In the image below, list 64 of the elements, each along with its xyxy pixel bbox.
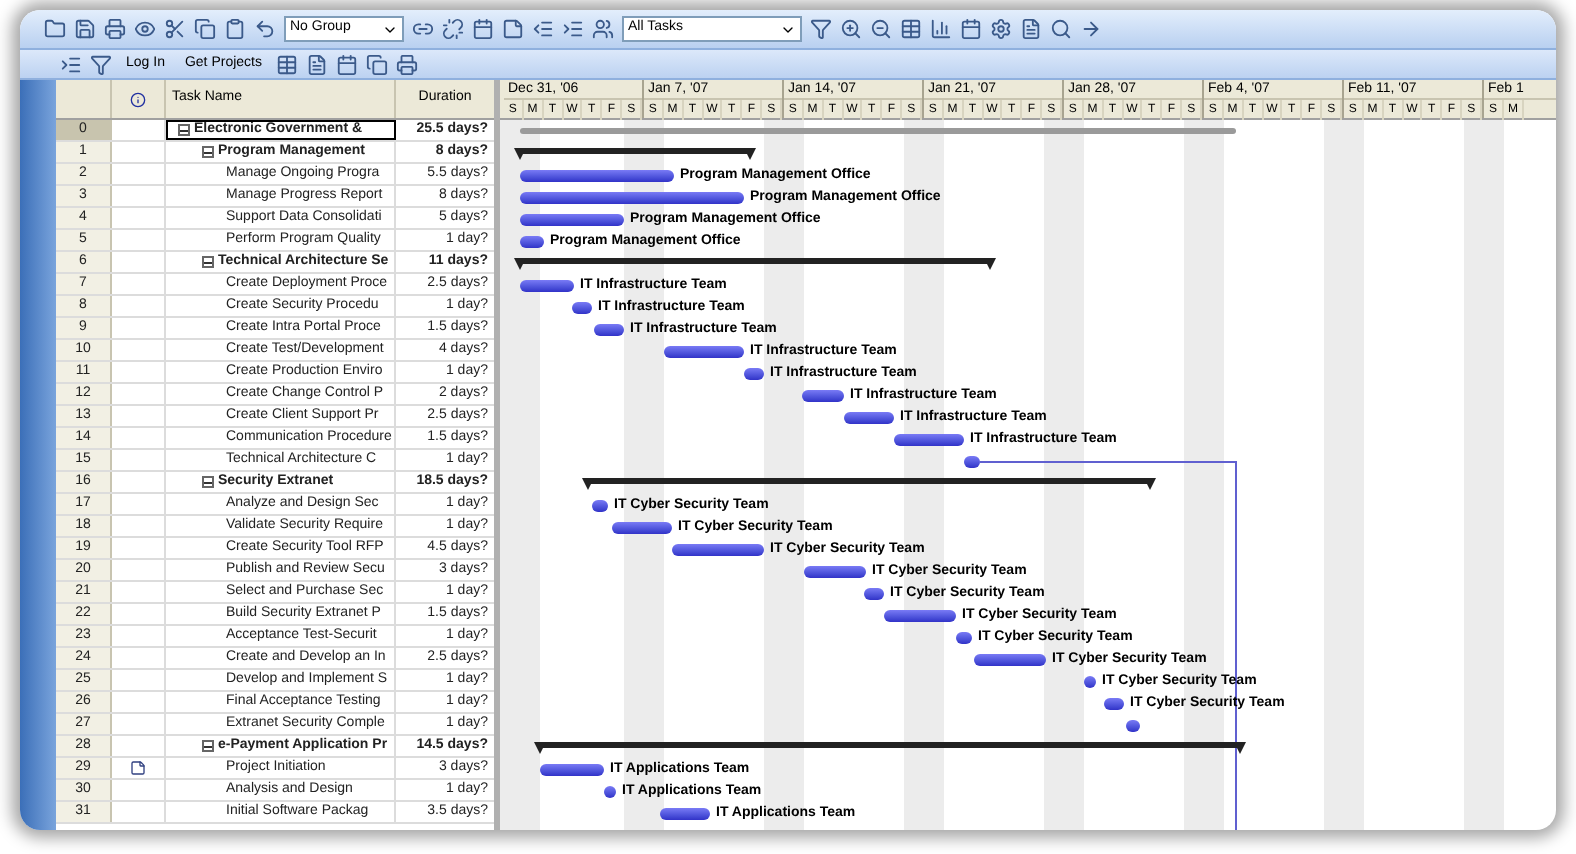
task-bar <box>974 654 1046 666</box>
unlink-icon[interactable] <box>442 18 464 40</box>
copy-icon[interactable] <box>194 18 216 40</box>
task-bar <box>660 808 710 820</box>
task-bar <box>884 610 956 622</box>
paste-icon[interactable] <box>224 18 246 40</box>
task-bar <box>664 346 744 358</box>
task-bar <box>864 588 884 600</box>
task-bar <box>844 412 894 424</box>
arrow-icon[interactable] <box>1080 18 1102 40</box>
task-bar <box>604 786 616 798</box>
save-icon[interactable] <box>74 18 96 40</box>
open-icon[interactable] <box>44 18 66 40</box>
note-icon <box>130 760 146 776</box>
users-icon[interactable] <box>592 18 614 40</box>
task-bar <box>592 500 608 512</box>
document-icon[interactable] <box>305 53 328 75</box>
cut-icon[interactable] <box>164 18 186 40</box>
filter-icon[interactable] <box>90 53 112 75</box>
task-bar <box>804 566 866 578</box>
indent-icon[interactable] <box>562 18 584 40</box>
calendar-icon[interactable] <box>335 53 358 75</box>
task-bar <box>1104 698 1124 710</box>
task-bar <box>802 390 844 402</box>
document-icon[interactable] <box>1020 18 1042 40</box>
task-bar <box>572 302 592 314</box>
task-bar <box>894 434 964 446</box>
outdent-icon[interactable] <box>532 18 554 40</box>
collapse-icon[interactable] <box>202 740 214 752</box>
zoom-out-icon[interactable] <box>870 18 892 40</box>
calendar-icon[interactable] <box>960 18 982 40</box>
task-bar <box>612 522 672 534</box>
task-bar <box>1126 720 1140 732</box>
collapse-icon[interactable] <box>202 476 214 488</box>
task-bar <box>540 764 604 776</box>
copy-icon[interactable] <box>365 53 388 75</box>
task-bar <box>520 280 574 292</box>
chart-icon[interactable] <box>930 18 952 40</box>
task-bar <box>520 214 624 226</box>
table-icon[interactable] <box>275 53 298 75</box>
collapse-icon[interactable] <box>202 256 214 268</box>
task-bar <box>956 632 972 644</box>
undo-icon[interactable] <box>254 18 276 40</box>
task-bar <box>964 456 980 468</box>
indent-icon[interactable] <box>60 53 82 75</box>
preview-icon[interactable] <box>134 18 156 40</box>
link-icon[interactable] <box>412 18 434 40</box>
note-icon[interactable] <box>502 18 524 40</box>
calendar-icon[interactable] <box>472 18 494 40</box>
print-icon[interactable] <box>104 18 126 40</box>
filter-icon[interactable] <box>810 18 832 40</box>
table-icon[interactable] <box>900 18 922 40</box>
task-bar <box>1084 676 1096 688</box>
task-bar <box>744 368 764 380</box>
search-icon[interactable] <box>1050 18 1072 40</box>
collapse-icon[interactable] <box>202 146 214 158</box>
task-bar <box>520 236 544 248</box>
settings-icon[interactable] <box>990 18 1012 40</box>
zoom-in-icon[interactable] <box>840 18 862 40</box>
task-bar <box>594 324 624 336</box>
info-icon <box>130 91 146 107</box>
print-icon[interactable] <box>395 53 418 75</box>
task-bar <box>672 544 764 556</box>
collapse-icon[interactable] <box>178 124 190 136</box>
